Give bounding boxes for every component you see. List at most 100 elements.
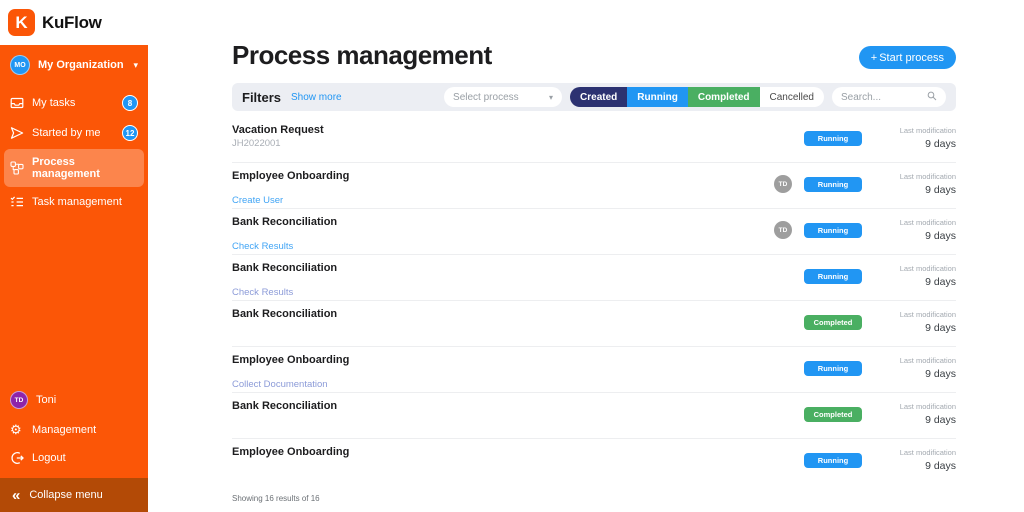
last-modification-label: Last modification <box>874 218 956 227</box>
status-badge: Completed <box>804 315 862 330</box>
last-modification-value: 9 days <box>874 184 956 196</box>
plus-icon: + <box>871 52 877 64</box>
assignee-avatar: TD <box>774 221 792 239</box>
logo-bar: K KuFlow <box>0 0 148 45</box>
sidebar: MO My Organization ▾ My tasks 8 Started … <box>0 45 148 512</box>
organization-switcher[interactable]: MO My Organization ▾ <box>0 45 148 84</box>
process-row[interactable]: Bank Reconciliation Check Results Runnin… <box>232 255 956 301</box>
process-row[interactable]: Employee Onboarding Create User TD Runni… <box>232 163 956 209</box>
show-more-link[interactable]: Show more <box>291 92 342 103</box>
kuflow-logo-icon: K <box>8 9 35 36</box>
filters-bar: Filters Show more Select process ▾ Creat… <box>232 83 956 111</box>
status-badge: Running <box>804 453 862 468</box>
sidebar-item-my-tasks[interactable]: My tasks 8 <box>0 88 148 118</box>
last-modification-value: 9 days <box>874 276 956 288</box>
page-title: Process management <box>232 0 956 71</box>
inbox-icon <box>10 96 24 110</box>
collapse-menu-button[interactable]: « Collapse menu <box>0 478 148 512</box>
select-process-placeholder: Select process <box>453 92 519 103</box>
sidebar-item-label: Management <box>32 424 96 436</box>
last-modification-label: Last modification <box>874 356 956 365</box>
filter-chip-running[interactable]: Running <box>627 87 688 107</box>
process-title: Employee Onboarding <box>232 170 349 182</box>
task-link[interactable]: Check Results <box>232 287 337 298</box>
last-modification-label: Last modification <box>874 172 956 181</box>
task-link[interactable]: Collect Documentation <box>232 379 349 390</box>
process-row[interactable]: Employee Onboarding Collect Documentatio… <box>232 347 956 393</box>
process-title: Employee Onboarding <box>232 446 349 458</box>
process-list: Vacation Request JH2022001 Running Last … <box>232 117 956 485</box>
process-row[interactable]: Bank Reconciliation Completed Last modif… <box>232 301 956 347</box>
process-title: Bank Reconciliation <box>232 308 337 320</box>
sidebar-item-label: Process management <box>32 156 138 180</box>
chevron-down-icon: ▾ <box>549 93 553 102</box>
search-input[interactable] <box>841 92 927 103</box>
sidebar-item-label: Task management <box>32 196 122 208</box>
sidebar-bottom: TD Toni ⚙ Management Logout <box>0 384 148 472</box>
chevron-down-icon: ▾ <box>133 60 138 71</box>
search-icon <box>927 88 937 106</box>
status-badge: Running <box>804 223 862 238</box>
sidebar-item-label: My tasks <box>32 97 75 109</box>
sidebar-item-process-management[interactable]: Process management <box>4 149 144 187</box>
sidebar-item-task-management[interactable]: Task management <box>0 188 148 216</box>
status-badge: Running <box>804 269 862 284</box>
process-row[interactable]: Bank Reconciliation Check Results TD Run… <box>232 209 956 255</box>
logout-icon <box>10 451 24 465</box>
process-row[interactable]: Bank Reconciliation Completed Last modif… <box>232 393 956 439</box>
status-badge: Completed <box>804 407 862 422</box>
collapse-menu-label: Collapse menu <box>29 489 102 501</box>
workflow-icon <box>10 161 24 175</box>
filter-chip-completed[interactable]: Completed <box>688 87 760 107</box>
sidebar-item-label: Started by me <box>32 127 100 139</box>
organization-label: My Organization <box>38 59 124 71</box>
last-modification-label: Last modification <box>874 126 956 135</box>
start-process-label: Start process <box>879 52 944 64</box>
task-link[interactable]: Create User <box>232 195 349 206</box>
checklist-icon <box>10 195 24 209</box>
gear-icon: ⚙ <box>10 423 24 437</box>
process-title: Vacation Request <box>232 124 324 136</box>
process-row[interactable]: Employee Onboarding Running Last modific… <box>232 439 956 485</box>
sidebar-item-logout[interactable]: Logout <box>0 444 148 472</box>
filter-chip-cancelled[interactable]: Cancelled <box>760 87 824 107</box>
last-modification-label: Last modification <box>874 448 956 457</box>
last-modification-label: Last modification <box>874 310 956 319</box>
organization-avatar: MO <box>10 55 30 75</box>
sidebar-item-label: Logout <box>32 452 66 464</box>
brand-name: KuFlow <box>42 13 102 33</box>
select-process-dropdown[interactable]: Select process ▾ <box>444 87 562 107</box>
last-modification-value: 9 days <box>874 414 956 426</box>
last-modification-value: 9 days <box>874 230 956 242</box>
results-count: Showing 16 results of 16 <box>232 494 956 503</box>
process-title: Employee Onboarding <box>232 354 349 366</box>
sidebar-item-management[interactable]: ⚙ Management <box>0 416 148 444</box>
status-badge: Running <box>804 131 862 146</box>
task-link[interactable]: Check Results <box>232 241 337 252</box>
user-avatar: TD <box>10 391 28 409</box>
main-area: Process management + Start process Filte… <box>148 0 1024 512</box>
filters-title: Filters <box>242 90 281 105</box>
process-title: Bank Reconciliation <box>232 262 337 274</box>
last-modification-value: 9 days <box>874 460 956 472</box>
process-title: Bank Reconciliation <box>232 400 337 412</box>
last-modification-label: Last modification <box>874 402 956 411</box>
user-name: Toni <box>36 394 56 406</box>
assignee-avatar: TD <box>774 175 792 193</box>
last-modification-value: 9 days <box>874 322 956 334</box>
search-box <box>832 87 946 107</box>
process-row[interactable]: Vacation Request JH2022001 Running Last … <box>232 117 956 163</box>
sidebar-item-profile[interactable]: TD Toni <box>0 384 148 416</box>
last-modification-value: 9 days <box>874 368 956 380</box>
last-modification-value: 9 days <box>874 138 956 150</box>
start-process-button[interactable]: + Start process <box>859 46 956 69</box>
process-title: Bank Reconciliation <box>232 216 337 228</box>
sidebar-nav: My tasks 8 Started by me 12 Process mana… <box>0 88 148 216</box>
started-by-me-count-badge: 12 <box>122 125 138 141</box>
process-reference: JH2022001 <box>232 138 324 149</box>
my-tasks-count-badge: 8 <box>122 95 138 111</box>
last-modification-label: Last modification <box>874 264 956 273</box>
filter-chip-created[interactable]: Created <box>570 87 627 107</box>
send-icon <box>10 126 24 140</box>
sidebar-item-started-by-me[interactable]: Started by me 12 <box>0 118 148 148</box>
